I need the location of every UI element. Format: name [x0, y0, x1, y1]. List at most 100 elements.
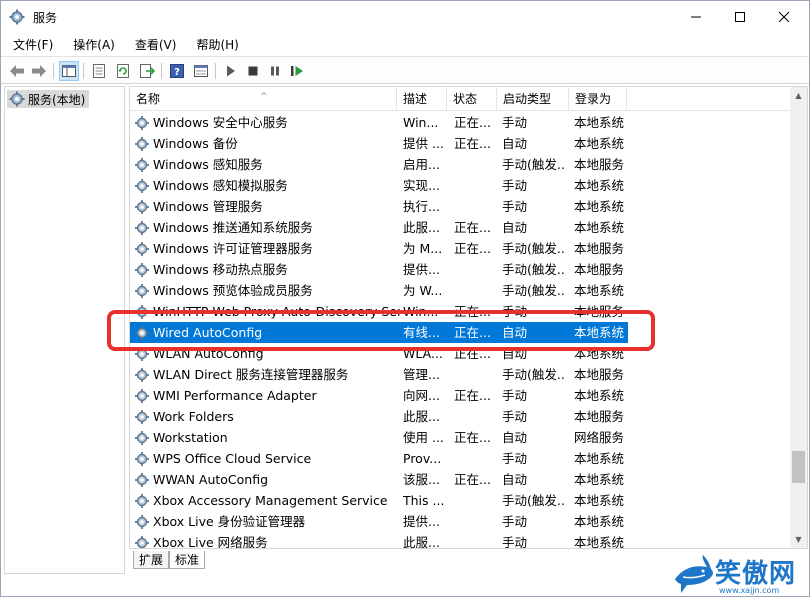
- export-icon: [140, 64, 155, 78]
- title-bar[interactable]: 服务: [1, 1, 809, 33]
- column-header-description[interactable]: 描述: [397, 87, 447, 111]
- table-row[interactable]: Windows 管理服务 执行... 手动 本地系统: [130, 196, 790, 217]
- stop-icon: [248, 66, 258, 76]
- table-row[interactable]: Windows 备份 提供 ... 正在... 自动 本地系统: [130, 133, 790, 154]
- service-startup-type: 自动: [502, 430, 528, 445]
- scroll-down-icon[interactable]: ▼: [790, 531, 807, 548]
- menu-file[interactable]: 文件(F): [1, 34, 61, 54]
- service-gear-icon: [135, 178, 149, 193]
- service-gear-icon: [135, 241, 149, 256]
- pause-service-button[interactable]: [265, 61, 285, 81]
- menu-help[interactable]: 帮助(H): [184, 34, 246, 54]
- console-tree-button[interactable]: [59, 61, 79, 81]
- back-button[interactable]: [7, 61, 27, 81]
- service-logon-as: 本地系统: [574, 283, 625, 298]
- menu-action[interactable]: 操作(A): [61, 34, 123, 54]
- table-row[interactable]: Windows 许可证管理器服务为 M... 正在... 手动(触发... 本地服务: [130, 238, 790, 259]
- service-description: 为 M...: [403, 241, 443, 256]
- tree-item-label: 服务(本地): [28, 92, 86, 107]
- tree-item-services-local[interactable]: 服务(本地): [7, 90, 90, 108]
- service-status: [454, 532, 498, 548]
- service-description: 此服...: [403, 220, 440, 235]
- service-name: WMI Performance Adapter: [134, 385, 400, 406]
- maximize-button[interactable]: [717, 1, 763, 33]
- scroll-thumb[interactable]: [792, 451, 805, 483]
- table-row[interactable]: Xbox Accessory Management Service This ..…: [130, 490, 790, 511]
- column-header-name[interactable]: 名称 ^: [130, 87, 397, 111]
- forward-button[interactable]: [29, 61, 49, 81]
- service-logon-as: 本地系统: [574, 514, 625, 529]
- service-description: 启用...: [403, 157, 440, 172]
- service-description: 提供 ...: [403, 136, 444, 151]
- properties-button[interactable]: [89, 61, 109, 81]
- refresh-button[interactable]: [113, 61, 133, 81]
- sort-arrow-icon: ^: [260, 92, 268, 102]
- close-button[interactable]: [761, 1, 807, 33]
- table-row[interactable]: WWAN AutoConfig 该服... 正在... 自动 本地系统: [130, 469, 790, 490]
- service-gear-icon: [135, 199, 149, 214]
- service-status: [454, 280, 498, 301]
- service-name: Windows 移动热点服务: [134, 259, 400, 280]
- shark-logo-icon: [675, 555, 713, 593]
- service-status: [454, 259, 498, 280]
- services-gear-icon: [9, 91, 25, 107]
- table-row[interactable]: Xbox Live 网络服务 此服... 手动 本地系统: [130, 532, 790, 549]
- restart-icon: [291, 66, 303, 76]
- stop-service-button[interactable]: [243, 61, 263, 81]
- table-row[interactable]: Windows 移动热点服务 提供... 手动(触发... 本地服务: [130, 259, 790, 280]
- table-row[interactable]: Work Folders 此服... 手动 本地服务: [130, 406, 790, 427]
- tab-extended[interactable]: 扩展: [133, 551, 170, 569]
- view-icon: [194, 65, 208, 77]
- watermark: 笑傲网 www.xajjn.com: [673, 553, 809, 597]
- tab-standard[interactable]: 标准: [169, 551, 206, 569]
- service-logon-as: 本地系统: [574, 535, 625, 549]
- vertical-scrollbar[interactable]: ▲ ▼: [790, 87, 807, 548]
- minimize-button[interactable]: [673, 1, 719, 33]
- service-name: Windows 感知服务: [134, 154, 400, 175]
- table-row[interactable]: Windows 推送通知系统服务 此服... 正在... 自动 本地系统: [130, 217, 790, 238]
- service-gear-icon: [135, 157, 149, 172]
- service-description: 提供...: [403, 514, 440, 529]
- menu-bar: 文件(F) 操作(A) 查看(V) 帮助(H): [1, 34, 809, 54]
- column-header-status[interactable]: 状态: [447, 87, 497, 111]
- help-button[interactable]: ?: [167, 61, 187, 81]
- table-row[interactable]: Windows 安全中心服务 Win... 正在... 手动 本地系统: [130, 112, 790, 133]
- view-button[interactable]: [191, 61, 211, 81]
- service-description: 此服...: [403, 535, 440, 549]
- maximize-icon: [735, 12, 745, 22]
- service-startup-type: 手动(触发...: [502, 493, 566, 508]
- table-row[interactable]: Windows 预览体验成员服务为 W... 手动(触发... 本地系统: [130, 280, 790, 301]
- table-row[interactable]: Xbox Live 身份验证管理器 提供... 手动 本地系统: [130, 511, 790, 532]
- service-name: Xbox Accessory Management Service: [134, 490, 400, 511]
- highlight-box: [107, 310, 655, 351]
- table-row[interactable]: Windows 感知模拟服务 实现... 手动 本地系统: [130, 175, 790, 196]
- table-row[interactable]: Windows 感知服务 启用... 手动(触发... 本地服务: [130, 154, 790, 175]
- menu-view[interactable]: 查看(V): [123, 34, 185, 54]
- column-header-logon-as[interactable]: 登录为: [569, 87, 627, 111]
- service-name: Windows 安全中心服务: [134, 112, 400, 133]
- service-name: Windows 许可证管理器服务: [134, 238, 400, 259]
- service-description: 管理...: [403, 367, 440, 382]
- close-icon: [779, 12, 789, 22]
- export-button[interactable]: [137, 61, 157, 81]
- service-startup-type: 手动(触发...: [502, 367, 566, 382]
- table-row[interactable]: WLAN Direct 服务连接管理器服务 管理... 手动(触发... 本地服务: [130, 364, 790, 385]
- help-icon: ?: [170, 64, 184, 78]
- table-row[interactable]: WMI Performance Adapter 向网... 正在... 手动 本地系统: [130, 385, 790, 406]
- scroll-up-icon[interactable]: ▲: [790, 87, 807, 104]
- service-startup-type: 手动: [502, 409, 528, 424]
- service-gear-icon: [135, 220, 149, 235]
- service-startup-type: 手动(触发...: [502, 241, 566, 256]
- service-status: [454, 196, 498, 217]
- start-service-button[interactable]: [221, 61, 241, 81]
- table-row[interactable]: Workstation 使用 ... 正在... 自动 网络服务: [130, 427, 790, 448]
- service-gear-icon: [135, 493, 149, 508]
- table-row[interactable]: WPS Office Cloud Service Prov... 手动 本地系统: [130, 448, 790, 469]
- service-gear-icon: [135, 472, 149, 487]
- restart-service-button[interactable]: [287, 61, 307, 81]
- refresh-icon: [117, 64, 129, 78]
- list-header: 名称 ^ 描述 状态 启动类型 登录为: [130, 87, 790, 111]
- service-logon-as: 本地系统: [574, 136, 625, 151]
- service-description: 为 W...: [403, 283, 443, 298]
- column-header-startup-type[interactable]: 启动类型: [497, 87, 569, 111]
